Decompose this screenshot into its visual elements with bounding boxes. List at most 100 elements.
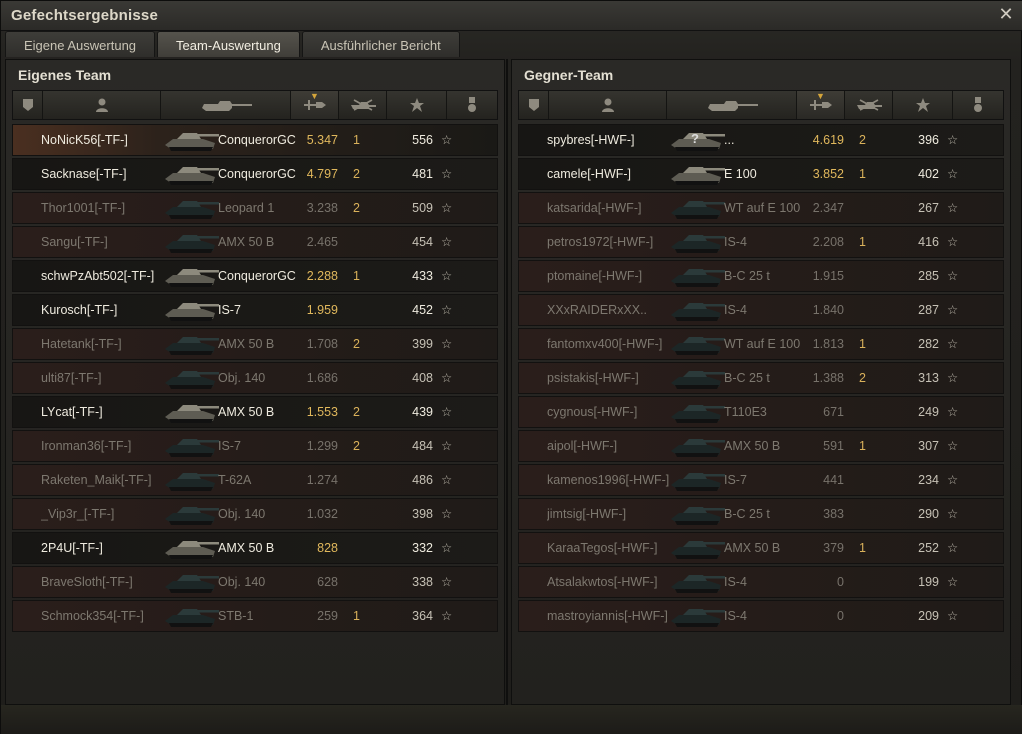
xp-star-icon[interactable] <box>893 91 953 119</box>
tank-image <box>669 229 727 255</box>
star-icon: ☆ <box>947 371 959 385</box>
table-row[interactable]: BraveSloth[-TF-] Obj. 140 628 338 ☆ <box>12 566 498 598</box>
player-name: _Vip3r_[-TF-] <box>41 507 115 521</box>
table-row[interactable]: Thor1001[-TF-] Leopard 1 3.238 2 509 ☆ <box>12 192 498 224</box>
table-row[interactable]: Raketen_Maik[-TF-] T-62A 1.274 486 ☆ <box>12 464 498 496</box>
damage-value: 3.852 <box>812 167 844 181</box>
tank-name: IS-4 <box>724 609 747 623</box>
tank-image <box>163 365 221 391</box>
tank-image <box>669 331 727 357</box>
kills-icon[interactable] <box>339 91 387 119</box>
star-icon: ☆ <box>441 167 453 181</box>
player-icon[interactable] <box>43 91 161 119</box>
kills-icon[interactable] <box>845 91 893 119</box>
table-row[interactable]: katsarida[-HWF-] WT auf E 100 2.347 267 ☆ <box>518 192 1004 224</box>
tank-image <box>163 297 221 323</box>
player-name: camele[-HWF-] <box>547 167 632 181</box>
player-name: spybres[-HWF-] <box>547 133 635 147</box>
table-row[interactable]: psistakis[-HWF-] B-C 25 t 1.388 2 313 ☆ <box>518 362 1004 394</box>
tank-name: Obj. 140 <box>218 575 266 589</box>
table-row[interactable]: ulti87[-TF-] Obj. 140 1.686 408 ☆ <box>12 362 498 394</box>
player-name: psistakis[-HWF-] <box>547 371 639 385</box>
damage-value: 591 <box>823 439 844 453</box>
table-row[interactable]: spybres[-HWF-]?... 4.619 2 396 ☆ <box>518 124 1004 156</box>
tank-icon[interactable] <box>161 91 291 119</box>
damage-value: 828 <box>317 541 338 555</box>
close-icon[interactable]: ✕ <box>997 5 1015 23</box>
player-name: Raketen_Maik[-TF-] <box>41 473 152 487</box>
tank-icon[interactable] <box>667 91 797 119</box>
star-icon: ☆ <box>441 507 453 521</box>
table-row[interactable]: aipol[-HWF-] AMX 50 B 591 1 307 ☆ <box>518 430 1004 462</box>
star-icon: ☆ <box>947 609 959 623</box>
player-icon[interactable] <box>549 91 667 119</box>
tank-image <box>669 603 727 629</box>
table-row[interactable]: cygnous[-HWF-] T110E3 671 249 ☆ <box>518 396 1004 428</box>
xp-value: 396 <box>918 133 939 147</box>
table-row[interactable]: LYcat[-TF-] AMX 50 B 1.553 2 439 ☆ <box>12 396 498 428</box>
player-name: BraveSloth[-TF-] <box>41 575 133 589</box>
table-row[interactable]: XXxRAIDERxXX.. IS-4 1.840 287 ☆ <box>518 294 1004 326</box>
player-name: schwPzAbt502[-TF-] <box>41 269 155 283</box>
kills-value <box>353 465 373 495</box>
table-row[interactable]: ptomaine[-HWF-] B-C 25 t 1.915 285 ☆ <box>518 260 1004 292</box>
tank-name: IS-4 <box>724 235 747 249</box>
player-name: kamenos1996[-HWF-] <box>547 473 670 487</box>
title-bar: Gefechtsergebnisse ✕ <box>1 1 1022 31</box>
table-row[interactable]: jimtsig[-HWF-] B-C 25 t 383 290 ☆ <box>518 498 1004 530</box>
table-row[interactable]: Hatetank[-TF-] AMX 50 B 1.708 2 399 ☆ <box>12 328 498 360</box>
table-row[interactable]: camele[-HWF-] E 100 3.852 1 402 ☆ <box>518 158 1004 190</box>
table-row[interactable]: NoNicK56[-TF-] ConquerorGC 5.347 1 556 ☆ <box>12 124 498 156</box>
medal-icon[interactable] <box>953 91 1003 119</box>
platoon-icon[interactable] <box>519 91 549 119</box>
tank-name: ... <box>724 133 735 147</box>
xp-value: 454 <box>412 235 433 249</box>
xp-value: 338 <box>412 575 433 589</box>
tab-team-results[interactable]: Team-Auswertung <box>157 31 300 57</box>
table-row[interactable]: Atsalakwtos[-HWF-] IS-4 0 199 ☆ <box>518 566 1004 598</box>
table-row[interactable]: Sacknase[-TF-] ConquerorGC 4.797 2 481 ☆ <box>12 158 498 190</box>
platoon-icon[interactable] <box>13 91 43 119</box>
tab-own-results[interactable]: Eigene Auswertung <box>5 31 156 57</box>
xp-value: 282 <box>918 337 939 351</box>
table-row[interactable]: kamenos1996[-HWF-] IS-7 441 234 ☆ <box>518 464 1004 496</box>
kills-value: 2 <box>353 337 360 351</box>
table-row[interactable]: fantomxv400[-HWF-] WT auf E 100 1.813 1 282 ☆ <box>518 328 1004 360</box>
tank-name: IS-7 <box>218 439 241 453</box>
tank-name: AMX 50 B <box>218 405 275 419</box>
star-icon: ☆ <box>947 507 959 521</box>
tank-image <box>163 399 221 425</box>
table-row[interactable]: 2P4U[-TF-] AMX 50 B 828 332 ☆ <box>12 532 498 564</box>
damage-value: 1.959 <box>306 303 338 317</box>
table-row[interactable]: _Vip3r_[-TF-] Obj. 140 1.032 398 ☆ <box>12 498 498 530</box>
kills-value: 1 <box>353 269 360 283</box>
damage-value: 3.238 <box>306 201 338 215</box>
table-row[interactable]: schwPzAbt502[-TF-] ConquerorGC 2.288 1 433 ☆ <box>12 260 498 292</box>
star-icon: ☆ <box>947 133 959 147</box>
tab-detailed-report[interactable]: Ausführlicher Bericht <box>301 31 460 57</box>
damage-value: 4.619 <box>812 133 844 147</box>
table-row[interactable]: Kurosch[-TF-] IS-7 1.959 452 ☆ <box>12 294 498 326</box>
table-row[interactable]: Schmock354[-TF-] STB-1 259 1 364 ☆ <box>12 600 498 632</box>
table-row[interactable]: KaraaTegos[-HWF-] AMX 50 B 379 1 252 ☆ <box>518 532 1004 564</box>
tank-name: ConquerorGC <box>218 133 296 147</box>
damage-icon[interactable]: ▼ <box>291 91 339 119</box>
medal-icon[interactable] <box>447 91 497 119</box>
damage-icon[interactable]: ▼ <box>797 91 845 119</box>
table-row[interactable]: mastroyiannis[-HWF-] IS-4 0 209 ☆ <box>518 600 1004 632</box>
xp-value: 439 <box>412 405 433 419</box>
tank-image <box>669 263 727 289</box>
kills-value <box>353 533 373 563</box>
table-row[interactable]: Ironman36[-TF-] IS-7 1.299 2 484 ☆ <box>12 430 498 462</box>
tank-image <box>669 195 727 221</box>
damage-value: 1.686 <box>306 371 338 385</box>
player-name: ulti87[-TF-] <box>41 371 102 385</box>
enemy-team-panel: Gegner-Team ▼ spybres[-HWF-] ? ... 4.619… <box>511 59 1011 705</box>
xp-star-icon[interactable] <box>387 91 447 119</box>
xp-value: 234 <box>918 473 939 487</box>
damage-value: 5.347 <box>306 133 338 147</box>
xp-value: 307 <box>918 439 939 453</box>
tank-image <box>669 161 727 187</box>
table-row[interactable]: petros1972[-HWF-] IS-4 2.208 1 416 ☆ <box>518 226 1004 258</box>
table-row[interactable]: Sangu[-TF-] AMX 50 B 2.465 454 ☆ <box>12 226 498 258</box>
